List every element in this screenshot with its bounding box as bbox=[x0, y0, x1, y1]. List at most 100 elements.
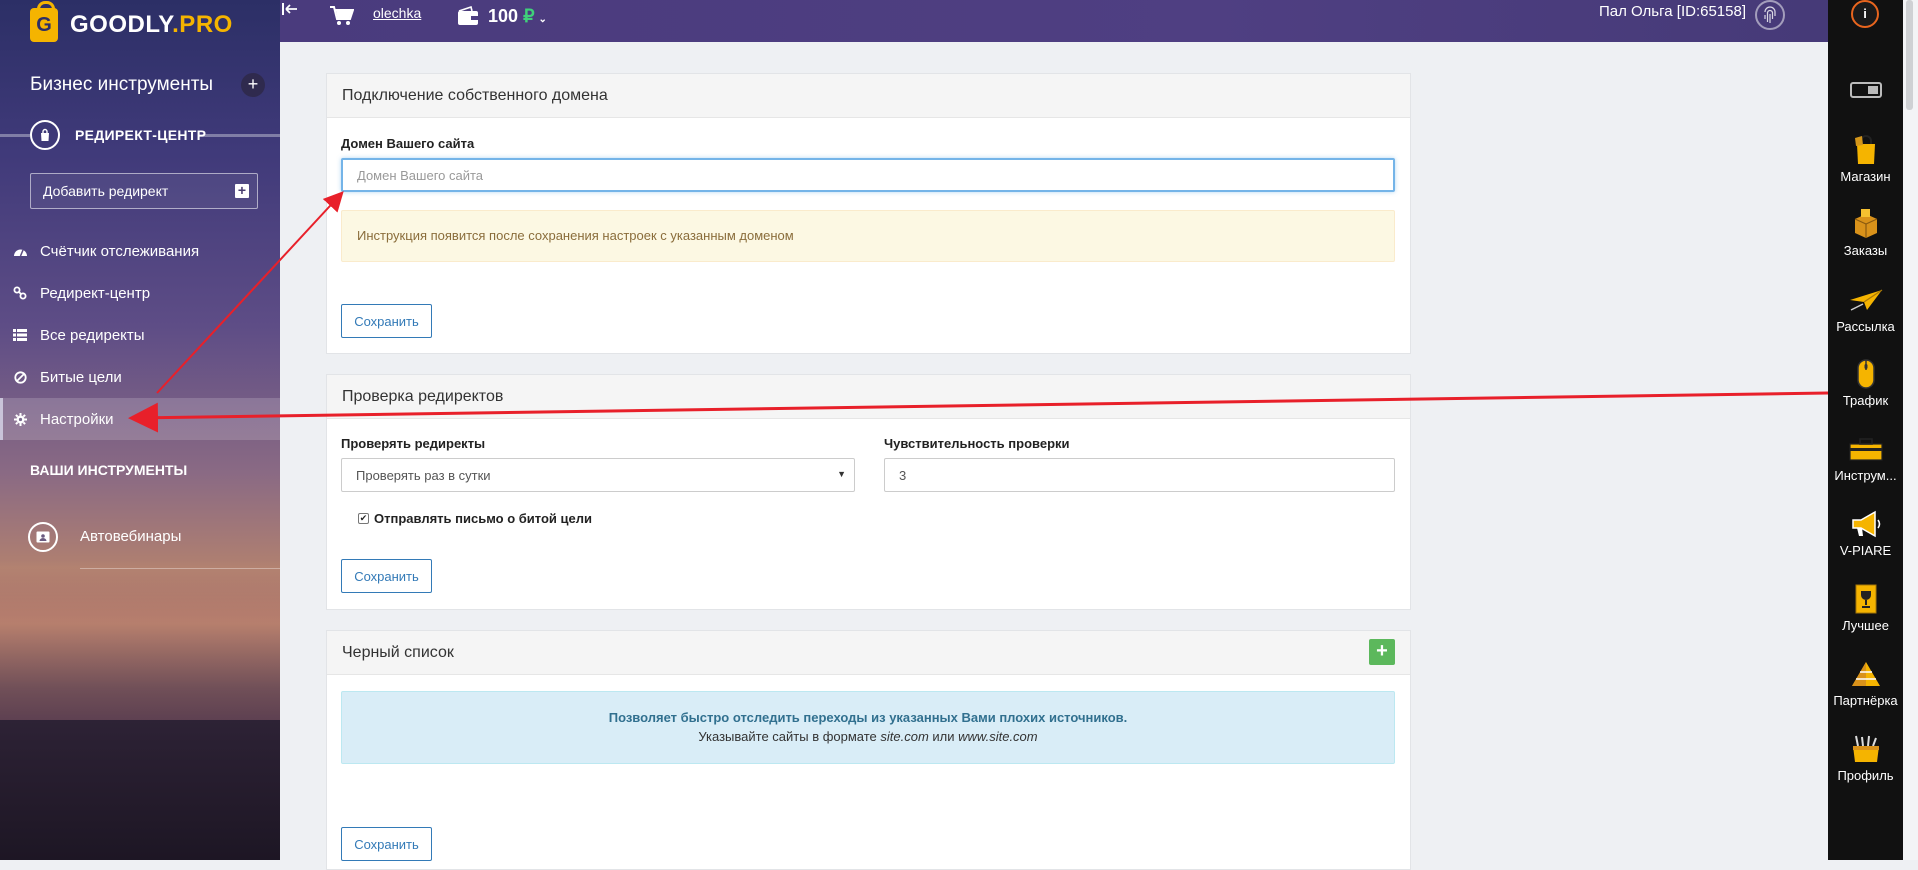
sidebar-item-label: Редирект-центр bbox=[40, 284, 151, 302]
account-name[interactable]: Пал Ольга [ID:65158] bbox=[1599, 3, 1746, 20]
rail-item-traffic[interactable]: Трафик bbox=[1828, 357, 1903, 408]
cart-icon[interactable] bbox=[330, 6, 355, 29]
your-tools-heading: ВАШИ ИНСТРУМЕНТЫ bbox=[30, 462, 188, 478]
sidebar-title: Бизнес инструменты bbox=[30, 74, 214, 95]
rail-label: Инструм... bbox=[1834, 468, 1897, 483]
sidebar-item-autowebinars[interactable]: Автовебинары bbox=[28, 520, 280, 569]
rail-item-mailing[interactable]: Рассылка bbox=[1828, 283, 1903, 334]
info-example: site.com bbox=[880, 729, 929, 744]
rail-label: Рассылка bbox=[1836, 319, 1895, 334]
blacklist-info-notice: Позволяет быстро отследить переходы из у… bbox=[341, 691, 1395, 764]
webinar-icon bbox=[28, 522, 58, 552]
domain-input[interactable]: Домен Вашего сайта bbox=[341, 158, 1395, 192]
list-icon bbox=[10, 329, 30, 341]
check-frequency-label: Проверять редиректы bbox=[341, 436, 486, 451]
sidebar-item-settings[interactable]: Настройки bbox=[0, 398, 280, 440]
sidebar-item-all-redirects[interactable]: Все редиректы bbox=[0, 314, 280, 356]
email-on-broken-goal-checkbox[interactable]: ✔ bbox=[358, 513, 369, 524]
select-value: Проверять раз в сутки bbox=[356, 467, 491, 483]
plus-square-icon: + bbox=[235, 183, 249, 198]
add-redirect-button[interactable]: Добавить редирект + bbox=[30, 173, 258, 209]
top-bar: olechka 100 ₽ ⌄ Пал Ольга [ID:65158] bbox=[280, 0, 1828, 42]
sidebar-item-tracking-counter[interactable]: Счётчик отслеживания bbox=[0, 230, 280, 272]
ruble-icon: ₽ bbox=[523, 6, 535, 26]
profile-box-icon bbox=[1828, 732, 1903, 766]
panel-title-text: Черный список bbox=[342, 644, 454, 661]
rail-item-best[interactable]: Лучшее bbox=[1828, 582, 1903, 633]
apps-rail: i Магазин Заказы Рассылка Трафик Инструм… bbox=[1828, 0, 1903, 860]
sidebar: G GOODLY.PRO Бизнес инструменты + РЕДИРЕ… bbox=[0, 0, 280, 860]
package-icon bbox=[1828, 207, 1903, 241]
rail-label: Лучшее bbox=[1842, 618, 1889, 633]
panel-blacklist: Черный список + Позволяет быстро отследи… bbox=[326, 630, 1411, 870]
panel-custom-domain: Подключение собственного домена Домен Ва… bbox=[326, 73, 1411, 354]
gear-icon bbox=[10, 412, 30, 426]
tool-label: Автовебинары bbox=[80, 528, 182, 545]
ban-icon bbox=[10, 370, 30, 384]
rail-label: V-PIARE bbox=[1839, 543, 1892, 558]
username-link[interactable]: olechka bbox=[373, 5, 421, 21]
fingerprint-icon[interactable] bbox=[1755, 0, 1785, 30]
mouse-icon bbox=[1828, 357, 1903, 391]
save-blacklist-button[interactable]: Сохранить bbox=[341, 827, 432, 861]
rail-label: Партнёрка bbox=[1833, 693, 1898, 708]
domain-instruction-notice: Инструкция появится после сохранения нас… bbox=[341, 210, 1395, 262]
rail-item-orders[interactable]: Заказы bbox=[1828, 207, 1903, 258]
rail-item-tools[interactable]: Инструм... bbox=[1828, 432, 1903, 483]
sidebar-item-redirect-center[interactable]: Редирект-центр bbox=[0, 272, 280, 314]
sidebar-item-label: Счётчик отслеживания bbox=[40, 242, 200, 260]
info-icon[interactable]: i bbox=[1851, 0, 1879, 28]
panel-title: Черный список + bbox=[327, 631, 1410, 675]
balance-dropdown[interactable]: 100 ₽ ⌄ bbox=[488, 6, 547, 27]
toolbox-icon bbox=[1828, 432, 1903, 466]
info-text: Указывайте сайты в формате bbox=[698, 729, 881, 744]
dashboard-icon bbox=[10, 245, 30, 257]
toggle-switch[interactable] bbox=[1850, 82, 1882, 98]
balance-value: 100 bbox=[488, 6, 519, 26]
sidebar-nav: Счётчик отслеживания Редирект-центр Все … bbox=[0, 230, 280, 440]
chevron-down-icon: ⌄ bbox=[538, 14, 547, 25]
link-icon bbox=[10, 286, 30, 300]
rail-item-partner[interactable]: Партнёрка bbox=[1828, 657, 1903, 708]
megaphone-icon bbox=[1828, 507, 1903, 541]
add-tool-button[interactable]: + bbox=[241, 73, 265, 97]
rail-item-shop[interactable]: Магазин bbox=[1828, 133, 1903, 184]
add-blacklist-button[interactable]: + bbox=[1369, 639, 1395, 665]
logo-text: GOODLY.PRO bbox=[70, 11, 233, 38]
sidebar-item-label: Все редиректы bbox=[40, 326, 145, 344]
rail-label: Профиль bbox=[1837, 768, 1894, 783]
collapse-sidebar-icon[interactable] bbox=[282, 2, 298, 20]
pyramid-icon bbox=[1828, 657, 1903, 691]
panel-redirect-check: Проверка редиректов Проверять редиректы … bbox=[326, 374, 1411, 610]
info-example: www.site.com bbox=[958, 729, 1038, 744]
panel-title: Подключение собственного домена bbox=[327, 74, 1410, 118]
logo-bag-icon: G bbox=[30, 1, 58, 42]
check-frequency-select[interactable]: Проверять раз в сутки ▼ bbox=[341, 458, 855, 492]
sensitivity-label: Чувствительность проверки bbox=[884, 436, 1070, 451]
rail-item-profile[interactable]: Профиль bbox=[1828, 732, 1903, 783]
trophy-icon bbox=[1828, 582, 1903, 616]
caret-down-icon: ▼ bbox=[837, 469, 846, 479]
add-redirect-label: Добавить редирект bbox=[43, 183, 169, 199]
shopping-bag-icon bbox=[1828, 133, 1903, 167]
sunset-background bbox=[0, 560, 280, 720]
sensitivity-input[interactable]: 3 bbox=[884, 458, 1395, 492]
lake-background bbox=[0, 720, 280, 860]
logo[interactable]: G GOODLY.PRO bbox=[30, 1, 233, 42]
page-scrollbar[interactable] bbox=[1903, 0, 1918, 860]
panel-title: Проверка редиректов bbox=[327, 375, 1410, 419]
sidebar-item-label: Настройки bbox=[40, 410, 114, 428]
shopping-bag-icon bbox=[30, 120, 60, 150]
rail-label: Трафик bbox=[1842, 393, 1889, 408]
sidebar-item-broken-goals[interactable]: Битые цели bbox=[0, 356, 280, 398]
wallet-icon[interactable] bbox=[457, 5, 479, 29]
save-check-button[interactable]: Сохранить bbox=[341, 559, 432, 593]
email-on-broken-goal-label[interactable]: Отправлять письмо о битой цели bbox=[374, 511, 592, 526]
save-domain-button[interactable]: Сохранить bbox=[341, 304, 432, 338]
info-text: или bbox=[928, 729, 959, 744]
sidebar-item-label: Битые цели bbox=[40, 368, 122, 386]
info-strong: Позволяет быстро отследить переходы из у… bbox=[608, 710, 1128, 725]
domain-field-label: Домен Вашего сайта bbox=[341, 136, 475, 151]
rail-label: Магазин bbox=[1840, 169, 1891, 184]
rail-item-vpiare[interactable]: V-PIARE bbox=[1828, 507, 1903, 558]
